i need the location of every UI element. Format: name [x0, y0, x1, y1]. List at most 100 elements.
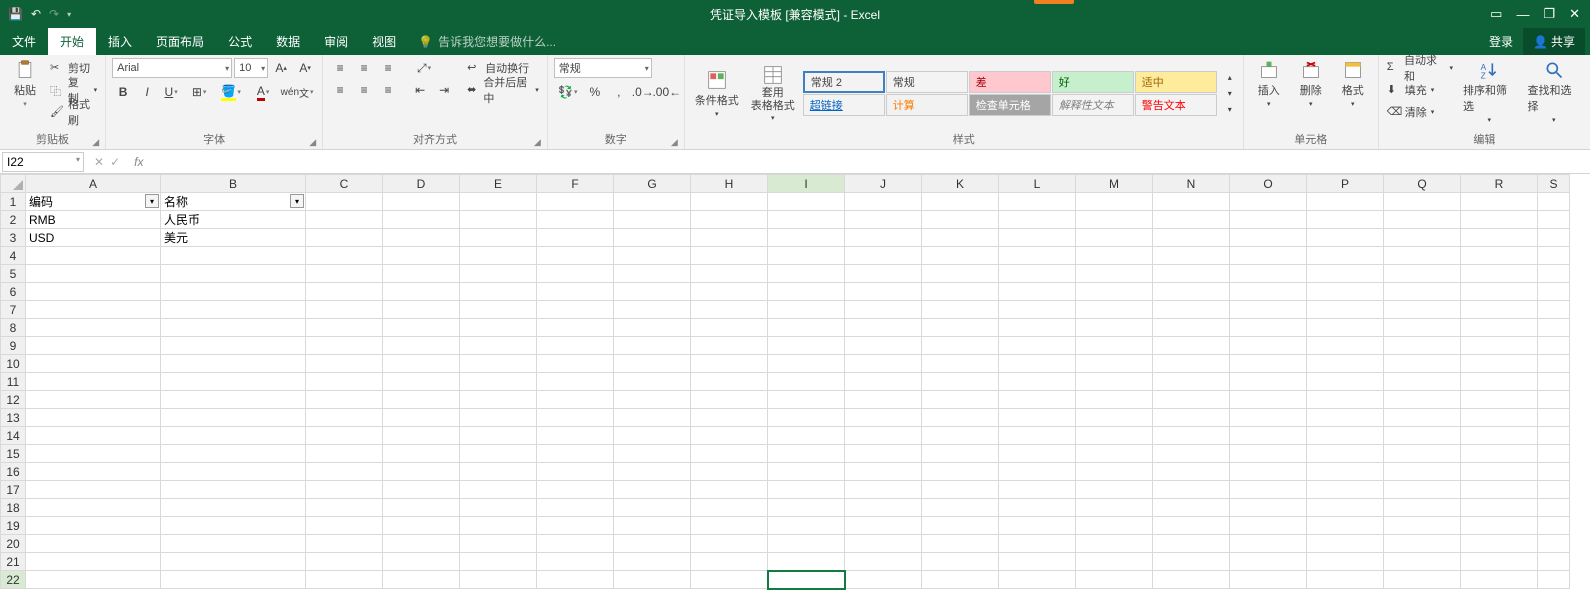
- cell-I18[interactable]: [768, 499, 845, 517]
- tab-formulas[interactable]: 公式: [216, 28, 264, 55]
- cell-B16[interactable]: [161, 463, 306, 481]
- cell-M7[interactable]: [1076, 301, 1153, 319]
- cell-Q3[interactable]: [1384, 229, 1461, 247]
- cell-B21[interactable]: [161, 553, 306, 571]
- cell-H6[interactable]: [691, 283, 768, 301]
- cell-P20[interactable]: [1307, 535, 1384, 553]
- col-header-G[interactable]: G: [614, 175, 691, 193]
- cell-E17[interactable]: [460, 481, 537, 499]
- cell-G8[interactable]: [614, 319, 691, 337]
- cell-N4[interactable]: [1153, 247, 1230, 265]
- cell-L11[interactable]: [999, 373, 1076, 391]
- cell-D18[interactable]: [383, 499, 460, 517]
- cell-O1[interactable]: [1230, 193, 1307, 211]
- cell-N16[interactable]: [1153, 463, 1230, 481]
- cell-D15[interactable]: [383, 445, 460, 463]
- bold-button[interactable]: B: [112, 82, 134, 102]
- cell-C20[interactable]: [306, 535, 383, 553]
- cell-G20[interactable]: [614, 535, 691, 553]
- share-button[interactable]: 👤 共享: [1523, 28, 1585, 55]
- cell-L14[interactable]: [999, 427, 1076, 445]
- cell-A21[interactable]: [26, 553, 161, 571]
- cell-O17[interactable]: [1230, 481, 1307, 499]
- number-format-combo[interactable]: 常规▾: [554, 58, 652, 78]
- cell-K1[interactable]: [922, 193, 999, 211]
- cell-N17[interactable]: [1153, 481, 1230, 499]
- cell-G13[interactable]: [614, 409, 691, 427]
- cell-N10[interactable]: [1153, 355, 1230, 373]
- cell-A17[interactable]: [26, 481, 161, 499]
- cell-B13[interactable]: [161, 409, 306, 427]
- cell-M1[interactable]: [1076, 193, 1153, 211]
- cell-A20[interactable]: [26, 535, 161, 553]
- cell-C9[interactable]: [306, 337, 383, 355]
- undo-icon[interactable]: ↶: [31, 7, 41, 21]
- percent-button[interactable]: %: [584, 82, 606, 102]
- align-left-button[interactable]: ≡: [329, 80, 351, 100]
- row-header-21[interactable]: 21: [1, 553, 26, 571]
- cell-J14[interactable]: [845, 427, 922, 445]
- cell-R1[interactable]: [1461, 193, 1538, 211]
- cell-J7[interactable]: [845, 301, 922, 319]
- filter-button-B[interactable]: ▾: [290, 194, 304, 208]
- cell-E11[interactable]: [460, 373, 537, 391]
- col-header-Q[interactable]: Q: [1384, 175, 1461, 193]
- cell-A12[interactable]: [26, 391, 161, 409]
- cell-H18[interactable]: [691, 499, 768, 517]
- cell-I8[interactable]: [768, 319, 845, 337]
- cell-N5[interactable]: [1153, 265, 1230, 283]
- cell-L9[interactable]: [999, 337, 1076, 355]
- close-icon[interactable]: ✕: [1569, 6, 1580, 22]
- cell-J9[interactable]: [845, 337, 922, 355]
- style-checkcell[interactable]: 检查单元格: [969, 94, 1051, 116]
- sort-filter-button[interactable]: AZ排序和筛选▾: [1459, 58, 1520, 126]
- cell-O13[interactable]: [1230, 409, 1307, 427]
- cell-F22[interactable]: [537, 571, 614, 589]
- cell-N8[interactable]: [1153, 319, 1230, 337]
- increase-decimal-button[interactable]: .0→: [632, 82, 654, 102]
- cell-C7[interactable]: [306, 301, 383, 319]
- tab-view[interactable]: 视图: [360, 28, 408, 55]
- cell-D21[interactable]: [383, 553, 460, 571]
- font-name-combo[interactable]: Arial▾: [112, 58, 232, 78]
- save-icon[interactable]: 💾: [8, 7, 23, 21]
- cell-E12[interactable]: [460, 391, 537, 409]
- cell-F16[interactable]: [537, 463, 614, 481]
- cell-C3[interactable]: [306, 229, 383, 247]
- row-header-9[interactable]: 9: [1, 337, 26, 355]
- cell-G14[interactable]: [614, 427, 691, 445]
- cell-G22[interactable]: [614, 571, 691, 589]
- styles-up-icon[interactable]: ▴: [1223, 70, 1237, 85]
- cell-B5[interactable]: [161, 265, 306, 283]
- cell-M10[interactable]: [1076, 355, 1153, 373]
- cell-S13[interactable]: [1538, 409, 1570, 427]
- fill-color-button[interactable]: 🪣▾: [216, 82, 246, 102]
- cell-R7[interactable]: [1461, 301, 1538, 319]
- cell-M3[interactable]: [1076, 229, 1153, 247]
- cell-R16[interactable]: [1461, 463, 1538, 481]
- col-header-I[interactable]: I: [768, 175, 845, 193]
- cell-C2[interactable]: [306, 211, 383, 229]
- cell-N21[interactable]: [1153, 553, 1230, 571]
- col-header-L[interactable]: L: [999, 175, 1076, 193]
- cell-B15[interactable]: [161, 445, 306, 463]
- cell-H16[interactable]: [691, 463, 768, 481]
- cell-L19[interactable]: [999, 517, 1076, 535]
- cell-E2[interactable]: [460, 211, 537, 229]
- cell-A2[interactable]: RMB: [26, 211, 161, 229]
- cell-S4[interactable]: [1538, 247, 1570, 265]
- align-top-button[interactable]: ≡: [329, 58, 351, 78]
- cell-D4[interactable]: [383, 247, 460, 265]
- cell-E1[interactable]: [460, 193, 537, 211]
- cell-F6[interactable]: [537, 283, 614, 301]
- cell-J10[interactable]: [845, 355, 922, 373]
- cell-F2[interactable]: [537, 211, 614, 229]
- cell-M19[interactable]: [1076, 517, 1153, 535]
- cell-F14[interactable]: [537, 427, 614, 445]
- cell-Q18[interactable]: [1384, 499, 1461, 517]
- cell-B4[interactable]: [161, 247, 306, 265]
- cell-O18[interactable]: [1230, 499, 1307, 517]
- cell-H20[interactable]: [691, 535, 768, 553]
- cell-B18[interactable]: [161, 499, 306, 517]
- cell-L5[interactable]: [999, 265, 1076, 283]
